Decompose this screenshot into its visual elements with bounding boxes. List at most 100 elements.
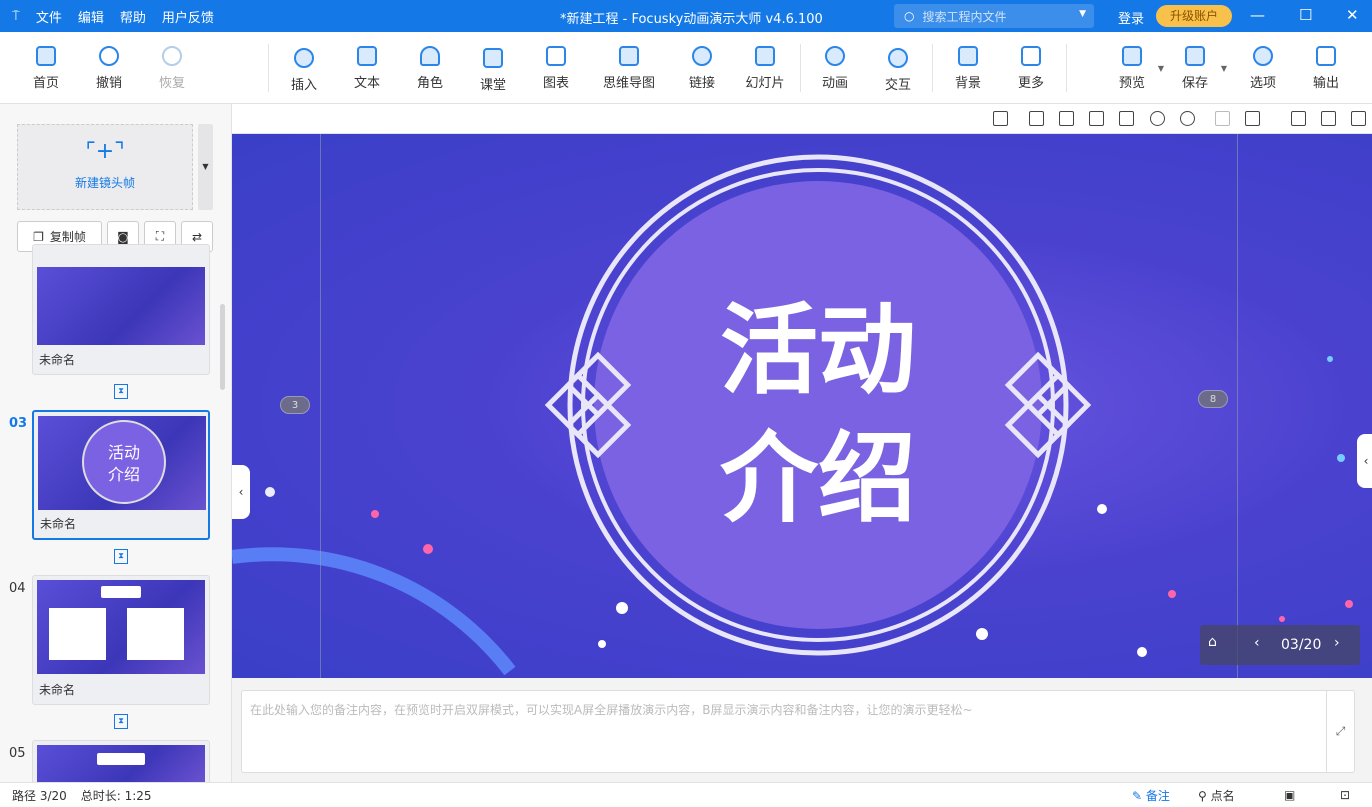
align-icon[interactable] [1215,111,1230,126]
chevron-down-icon[interactable]: ▼ [1158,64,1164,73]
classroom-button[interactable]: 课堂 [463,48,523,93]
frame-thumbnail-3[interactable]: 活动 介绍 未命名 [32,410,210,540]
paste-icon[interactable] [1119,111,1134,126]
duration-status: 总时长: 1:25 [80,788,152,803]
frame-thumbnail-5[interactable] [32,740,210,782]
label: 选项 [1249,76,1276,91]
upgrade-button[interactable]: 升级账户 [1156,5,1232,27]
chevron-down-icon[interactable]: ▼ [1221,64,1227,73]
transition-icon[interactable]: ⧗ [114,714,128,729]
window-title: *新建工程 - Focusky动画演示大师 v4.6.100 [560,12,823,27]
slide-title-line2[interactable]: 介绍 [720,421,916,536]
copy-icon[interactable] [1089,111,1104,126]
rotate-right-icon[interactable] [1059,111,1074,126]
slide-canvas[interactable]: 活动 介绍 3 8 ‹ ‹ [232,134,1372,678]
star-icon [825,46,845,66]
chart-button[interactable]: 图表 [526,46,586,91]
transition-icon[interactable]: ⧗ [114,384,128,399]
preview-button[interactable]: 预览 ▼ [1102,46,1164,91]
frame-panel-scrollbar[interactable] [220,304,225,390]
frame-settings-icon[interactable] [1321,111,1336,126]
notes-toggle[interactable]: ✎ 备注 [1132,787,1170,804]
home-icon[interactable]: ⌂ [1208,634,1217,650]
hand-pointer-icon [888,48,908,68]
rollcall-button[interactable]: ⚲ 点名 [1198,787,1235,804]
background-icon [958,46,978,66]
more-button[interactable]: 更多 [1001,46,1061,91]
menu-file[interactable]: 文件 [36,7,62,26]
insert-button[interactable]: 插入 [274,48,334,93]
lock-icon[interactable] [1245,111,1260,126]
frame-number: 03 [9,416,28,431]
lock-icon[interactable]: ⊡ [1340,788,1350,802]
chevron-down-icon[interactable]: ▼ [1079,9,1086,19]
login-link[interactable]: 登录 [1118,8,1144,27]
label: 首页 [32,76,59,91]
prev-icon[interactable]: ‹ [1254,635,1260,651]
frame-label: 未命名 [39,683,76,697]
undo-button[interactable]: 撤销 [79,46,139,91]
thumb-title: 活动 [107,443,140,462]
link-button[interactable]: 链接 [672,46,732,91]
home-icon[interactable] [993,111,1008,126]
expand-icon[interactable]: ⤢ [1326,691,1354,772]
frame-label: 未命名 [39,353,76,367]
save-button[interactable]: 保存 ▼ [1165,46,1227,91]
path-marker[interactable]: 8 [1198,390,1228,408]
zoom-in-icon[interactable] [1150,111,1165,126]
mindmap-icon [619,46,639,66]
menu-edit[interactable]: 编辑 [78,7,104,26]
label: 动画 [821,76,848,91]
collapse-right-button[interactable]: ‹ [1357,434,1372,488]
search-input[interactable]: ○ 搜索工程内文件 ▼ [894,4,1094,28]
export-button[interactable]: 输出 [1296,46,1356,91]
path-marker[interactable]: 3 [280,396,310,414]
transition-icon[interactable]: ⧗ [114,549,128,564]
home-icon [36,46,56,66]
redo-icon [162,46,182,66]
label: 插入 [290,78,317,93]
label: 文本 [353,76,380,91]
screen-icon[interactable]: ▣ [1284,788,1295,802]
maximize-icon[interactable]: ☐ [1299,6,1312,24]
zoom-out-icon[interactable] [1180,111,1195,126]
minimize-icon[interactable]: — [1250,6,1265,24]
mindmap-button[interactable]: 思维导图 [594,46,664,91]
role-button[interactable]: 角色 [400,46,460,91]
notes-icon: ✎ [1132,788,1143,803]
board-icon [483,48,503,68]
frame-guide [1237,134,1238,678]
collapse-left-button[interactable]: ‹ [232,465,250,519]
menu-feedback[interactable]: 用户反馈 [162,7,214,26]
label: 备注 [1145,788,1170,803]
title-bar: ⍑ 文件 编辑 帮助 用户反馈 *新建工程 - Focusky动画演示大师 v4… [0,0,1372,32]
redo-button[interactable]: 恢复 [142,46,202,91]
home-button[interactable]: 首页 [16,46,76,91]
frame-thumbnail-4[interactable]: 未命名 [32,575,210,705]
frame-guide [320,134,321,678]
rotate-left-icon[interactable] [1029,111,1044,126]
slide-button[interactable]: 幻灯片 [735,46,795,91]
next-icon[interactable]: › [1334,635,1340,651]
text-button[interactable]: 文本 [337,46,397,91]
label: 背景 [954,76,981,91]
menu-help[interactable]: 帮助 [120,7,146,26]
new-frame-dropdown[interactable]: ▼ [198,124,213,210]
interaction-button[interactable]: 交互 [868,48,928,93]
app-icon[interactable]: ⍑ [12,9,20,24]
camera-icon[interactable] [1291,111,1306,126]
notes-input[interactable]: 在此处输入您的备注内容，在预览时开启双屏模式，可以实现A屏全屏播放演示内容，B屏… [241,690,1355,773]
new-frame-button[interactable]: ⌜+⌝ 新建镜头帧 [17,124,193,210]
gear-icon [1253,46,1273,66]
grid-icon [1021,46,1041,66]
frame-thumbnail-2[interactable]: 未命名 [32,244,210,375]
animation-button[interactable]: 动画 [805,46,865,91]
slide-title-line1[interactable]: 活动 [720,293,916,408]
text-icon [357,46,377,66]
label: 思维导图 [602,76,655,91]
edit-icon[interactable] [1351,111,1366,126]
options-button[interactable]: 选项 [1233,46,1293,91]
background-button[interactable]: 背景 [938,46,998,91]
close-icon[interactable]: ✕ [1346,6,1359,24]
status-bar: 路径 3/20 总时长: 1:25 ✎ 备注 ⚲ 点名 ▣ ⊡ [0,782,1372,807]
